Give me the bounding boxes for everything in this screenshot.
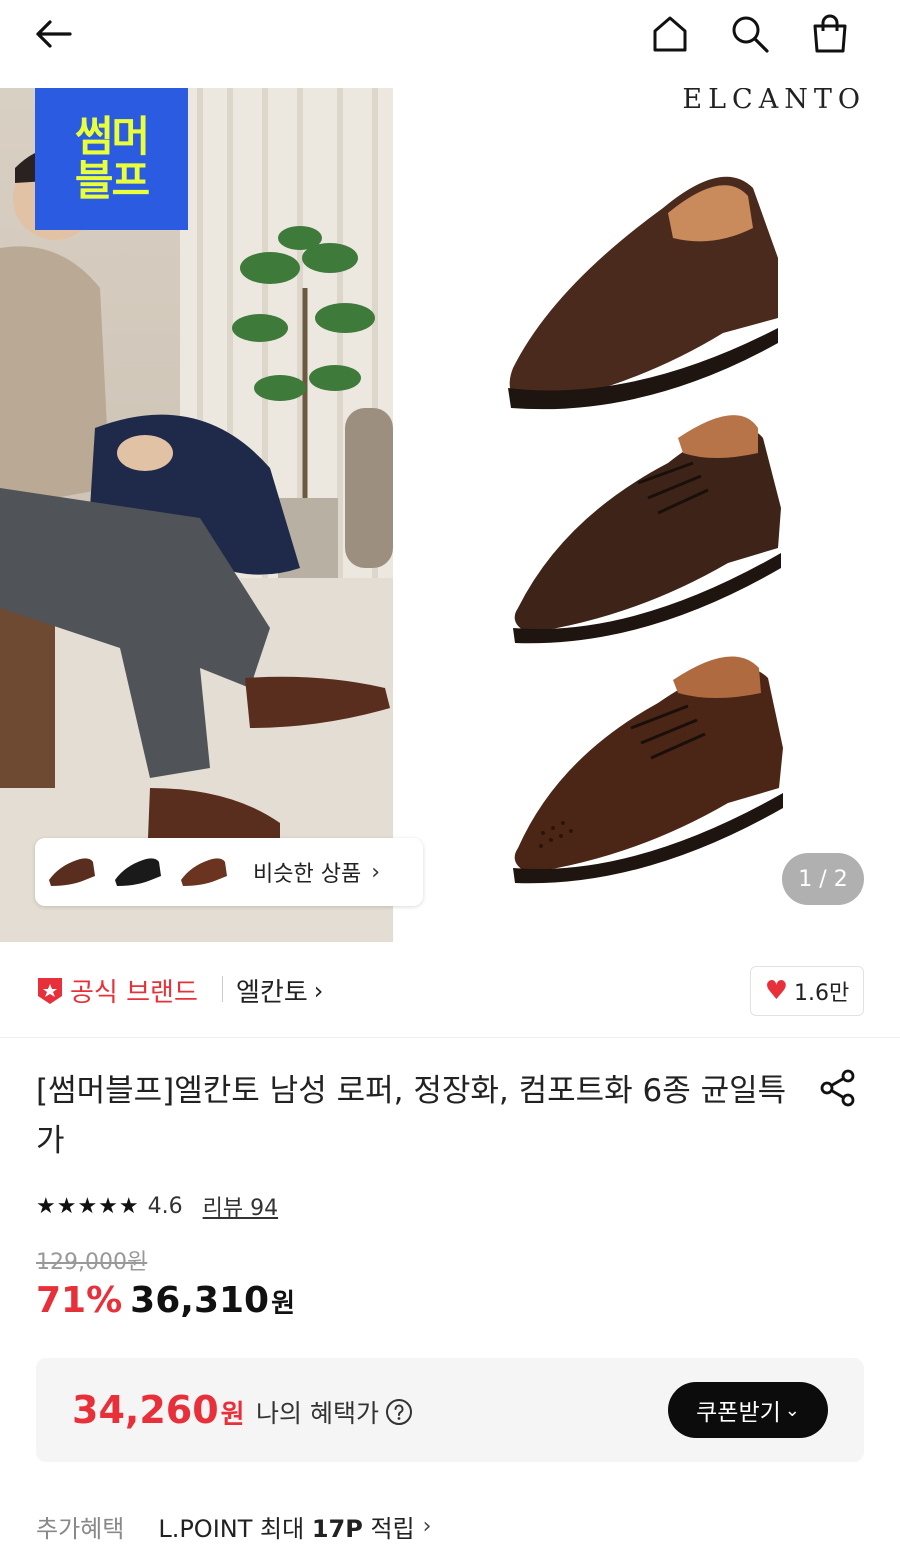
product-image-carousel[interactable]: ELCANTO 썸머 블프 비슷한 상품 › 1 / 2 bbox=[0, 88, 900, 942]
product-shoe-lineup: ELCANTO bbox=[393, 88, 900, 942]
divider bbox=[222, 976, 223, 1002]
loafer-image bbox=[508, 176, 778, 410]
sale-price-row: 71% 36,310 원 bbox=[36, 1280, 295, 1321]
my-benefit-price: 34,260 원 bbox=[72, 1388, 245, 1432]
sale-price: 36,310 bbox=[130, 1280, 270, 1321]
coupon-button-label: 쿠폰받기 bbox=[696, 1400, 781, 1426]
heart-icon: ♥ bbox=[764, 976, 789, 1006]
official-brand-label: 공식 브랜드 bbox=[70, 978, 198, 1008]
chevron-right-icon: › bbox=[371, 859, 381, 885]
similar-product-thumb[interactable] bbox=[107, 844, 169, 900]
similar-products-label: 비슷한 상품 bbox=[253, 862, 362, 887]
top-navigation-bar bbox=[0, 0, 900, 72]
lpoint-text-suffix: 적립 bbox=[362, 1514, 415, 1543]
chevron-right-icon: › bbox=[313, 976, 324, 1005]
promo-badge-line1: 썸머 bbox=[74, 112, 150, 161]
get-coupon-button[interactable]: 쿠폰받기 ⌄ bbox=[668, 1382, 828, 1438]
brand-store-link[interactable]: 엘칸토 › bbox=[236, 972, 323, 1009]
similar-product-thumb[interactable] bbox=[173, 844, 235, 900]
official-brand-badge: 공식 브랜드 bbox=[36, 972, 198, 1009]
similar-product-thumb[interactable] bbox=[41, 844, 103, 900]
lpoint-text-prefix: L.POINT 최대 bbox=[158, 1514, 312, 1543]
lpoint-points: 17P bbox=[311, 1514, 363, 1543]
rating-value: 4.6 bbox=[147, 1193, 183, 1219]
star-rating-icon: ★★★★★ bbox=[36, 1193, 140, 1219]
extra-benefit-label: 추가혜택 bbox=[36, 1514, 125, 1543]
carousel-page-indicator: 1 / 2 bbox=[782, 853, 864, 905]
like-button[interactable]: ♥ 1.6만 bbox=[750, 966, 864, 1016]
derby-image bbox=[513, 415, 781, 644]
shopping-bag-icon[interactable] bbox=[806, 10, 854, 58]
brand-row: 공식 브랜드 엘칸토 › ♥ 1.6만 bbox=[0, 942, 900, 1038]
review-count-link[interactable]: 리뷰 94 bbox=[203, 1190, 278, 1222]
extra-benefit-row[interactable]: 추가혜택 L.POINT 최대 17P 적립 › bbox=[36, 1508, 431, 1544]
sale-price-unit: 원 bbox=[271, 1289, 296, 1319]
product-title: [썸머블프]엘칸토 남성 로퍼, 정장화, 컴포트화 6종 균일특가 bbox=[36, 1073, 787, 1159]
search-icon[interactable] bbox=[726, 10, 774, 58]
like-count: 1.6만 bbox=[794, 981, 850, 1006]
my-benefit-label-text: 나의 혜택가 bbox=[256, 1399, 379, 1428]
wingtip-image bbox=[513, 656, 783, 884]
my-benefit-price-value: 34,260 bbox=[72, 1388, 219, 1432]
discount-rate: 71% bbox=[36, 1280, 123, 1321]
my-benefit-label: 나의 혜택가 bbox=[256, 1394, 413, 1430]
brand-name: 엘칸토 bbox=[236, 978, 308, 1008]
chevron-right-icon: › bbox=[422, 1513, 432, 1539]
help-icon[interactable] bbox=[385, 1398, 413, 1426]
rating-row: ★★★★★ 4.6 리뷰 94 bbox=[36, 1190, 278, 1222]
original-price: 129,000원 bbox=[36, 1250, 148, 1275]
home-icon[interactable] bbox=[646, 10, 694, 58]
summer-black-friday-badge: 썸머 블프 bbox=[35, 88, 188, 230]
lpoint-benefit-text: L.POINT 최대 17P 적립 bbox=[158, 1509, 414, 1544]
share-icon[interactable] bbox=[816, 1066, 860, 1110]
chevron-down-icon: ⌄ bbox=[784, 1399, 800, 1421]
similar-products-button[interactable]: 비슷한 상품 › bbox=[35, 838, 423, 906]
my-benefit-price-unit: 원 bbox=[220, 1400, 245, 1430]
promo-badge-line2: 블프 bbox=[74, 156, 150, 205]
shield-star-icon bbox=[38, 977, 62, 1004]
back-arrow-icon[interactable] bbox=[28, 10, 76, 58]
my-benefit-box: 34,260 원 나의 혜택가 쿠폰받기 ⌄ bbox=[36, 1358, 864, 1462]
